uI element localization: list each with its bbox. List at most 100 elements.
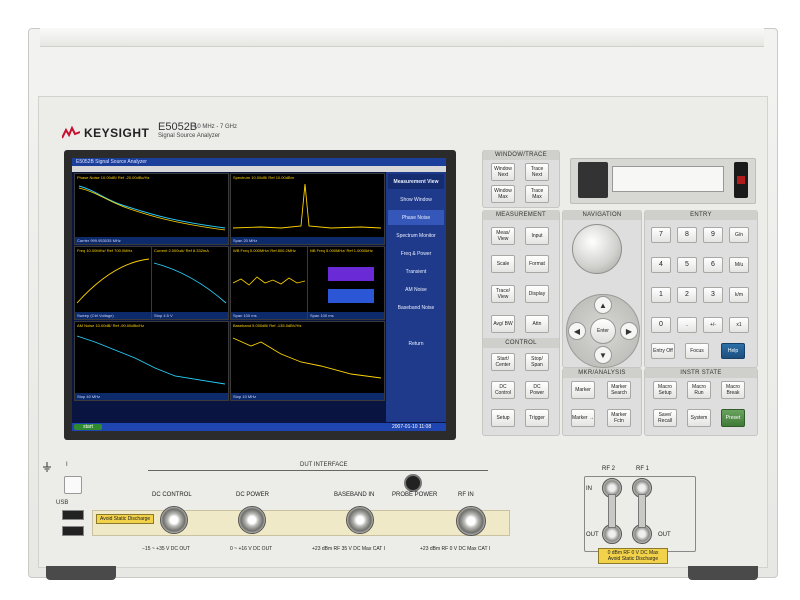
softkey-baseband-noise[interactable]: Baseband Noise — [388, 300, 444, 315]
trace-window-phase-noise[interactable]: Phase Noise 10.00dB/ Ref -20.00dBc/Hz Ca… — [74, 173, 229, 245]
arrow-up-icon[interactable]: ▲ — [594, 296, 612, 314]
input-button[interactable]: Input — [525, 227, 549, 245]
rf-in-connector[interactable] — [456, 506, 486, 536]
key-k-m[interactable]: k/m — [729, 287, 749, 303]
taskbar — [72, 423, 446, 431]
rf2-jumper — [608, 494, 616, 528]
usb-port-2[interactable] — [62, 526, 84, 536]
removable-drive-slot[interactable] — [578, 162, 608, 198]
softkey-return[interactable]: Return — [388, 336, 444, 351]
macro-run-button[interactable]: Macro Run — [687, 381, 711, 399]
marker-button[interactable]: Marker — [571, 381, 595, 399]
current-trace — [153, 262, 227, 304]
format-button[interactable]: Format — [525, 255, 549, 273]
key-8[interactable]: 8 — [677, 227, 697, 243]
arrow-left-icon[interactable]: ◀ — [568, 322, 586, 340]
key-5[interactable]: 5 — [677, 257, 697, 273]
trace-footer: Span 100 ms — [231, 312, 307, 319]
softkey-phase-noise[interactable]: Phase Noise — [388, 210, 444, 225]
meas-view-button[interactable]: Meas/ View — [491, 227, 515, 245]
enter-button[interactable]: Enter — [590, 318, 616, 344]
key-x1[interactable]: x1 — [729, 317, 749, 333]
trace-window-am-noise[interactable]: AM Noise 10.00dB/ Ref -90.00dBc/Hz Stop … — [74, 321, 229, 401]
measurement-group: MEASUREMENT Meas/ View Input Scale Forma… — [482, 210, 560, 342]
rf-out-label: OUT — [586, 532, 599, 538]
dc-control-button[interactable]: DC Control — [491, 381, 515, 399]
start-center-button[interactable]: Start/ Center — [491, 353, 515, 371]
stop-span-button[interactable]: Stop/ Span — [525, 353, 549, 371]
marker-to-button[interactable]: Marker → — [571, 409, 595, 427]
dc-control-connector[interactable] — [160, 506, 188, 534]
rotary-knob[interactable] — [572, 224, 622, 274]
key-1[interactable]: 1 — [651, 287, 671, 303]
avg-bw-button[interactable]: Avg/ BW — [491, 315, 515, 333]
trace-footer: Carrier 999.953035 MHz — [75, 237, 228, 244]
trace-footer: Stop 10 MHz — [231, 393, 384, 400]
macro-setup-button[interactable]: Macro Setup — [653, 381, 677, 399]
trigger-button[interactable]: Trigger — [525, 409, 549, 427]
softkey-show-window[interactable]: Show Window — [388, 192, 444, 207]
trace-max-button[interactable]: Trace Max — [525, 185, 549, 203]
baseband-in-connector[interactable] — [346, 506, 374, 534]
key-g-n[interactable]: G/n — [729, 227, 749, 243]
dc-power-button[interactable]: DC Power — [525, 381, 549, 399]
marker-search-button[interactable]: Marker Search — [607, 381, 631, 399]
trace-window-wb-freq[interactable]: WB Freq 5.000MHz/ Ref 800.2MHz Span 100 … — [230, 246, 308, 320]
softkey-spectrum-monitor[interactable]: Spectrum Monitor — [388, 228, 444, 243]
trace-window-baseband[interactable]: Baseband 5.000dB/ Ref -135.0dBV/Hz Stop … — [230, 321, 385, 401]
key-2[interactable]: 2 — [677, 287, 697, 303]
dc-power-connector[interactable] — [238, 506, 266, 534]
am-noise-trace — [76, 335, 226, 385]
window-title-bar: E5052B Signal Source Analyzer — [72, 158, 446, 166]
group-title: CONTROL — [483, 338, 559, 348]
key-4[interactable]: 4 — [651, 257, 671, 273]
arrow-right-icon[interactable]: ▶ — [620, 322, 638, 340]
key-6[interactable]: 6 — [703, 257, 723, 273]
trace-window-nb-freq[interactable]: NB Freq 5.000MHz/ Ref 1.0000kHz Span 100… — [307, 246, 385, 320]
macro-break-button[interactable]: Macro Break — [721, 381, 745, 399]
key-9[interactable]: 9 — [703, 227, 723, 243]
key-plus-minus[interactable]: +/- — [703, 317, 723, 333]
drive-tray[interactable] — [612, 166, 724, 192]
key-0[interactable]: 0 — [651, 317, 671, 333]
help-button[interactable]: Help — [721, 343, 745, 359]
key-7[interactable]: 7 — [651, 227, 671, 243]
key-m-u[interactable]: M/u — [729, 257, 749, 273]
window-max-button[interactable]: Window Max — [491, 185, 515, 203]
display-button[interactable]: Display — [525, 285, 549, 303]
softkey-transient[interactable]: Transient — [388, 264, 444, 279]
attn-button[interactable]: Attn — [525, 315, 549, 333]
focus-button[interactable]: Focus — [685, 343, 709, 359]
preset-button[interactable]: Preset — [721, 409, 745, 427]
save-recall-button[interactable]: Save/ Recall — [653, 409, 677, 427]
arrow-down-icon[interactable]: ▼ — [594, 346, 612, 364]
trace-view-button[interactable]: Trace/ View — [491, 285, 515, 303]
rf-warning-tag: 0 dBm RF 0 V DC Max Avoid Static Dischar… — [598, 548, 668, 564]
standby-switch[interactable] — [64, 476, 82, 494]
key-decimal[interactable]: . — [677, 317, 697, 333]
key-3[interactable]: 3 — [703, 287, 723, 303]
softkey-freq-power[interactable]: Freq & Power — [388, 246, 444, 261]
softkey-am-noise[interactable]: AM Noise — [388, 282, 444, 297]
scale-button[interactable]: Scale — [491, 255, 515, 273]
freq-trace — [76, 258, 150, 304]
connector-spec: −15 ~ +35 V DC OUT — [142, 546, 190, 552]
system-button[interactable]: System — [687, 409, 711, 427]
marker-fctn-button[interactable]: Marker Fctn — [607, 409, 631, 427]
start-button[interactable]: start — [74, 424, 102, 430]
trace-window-current[interactable]: Current 2.000uA/ Ref 8.332mA Stop 4.5 V — [151, 246, 229, 320]
trace-window-freq[interactable]: Freq 10.00MHz/ Ref 700.0MHz Sweep (Ctrl … — [74, 246, 152, 320]
trace-footer: Sweep (Ctrl Voltage) — [75, 312, 151, 319]
window-next-button[interactable]: Window Next — [491, 163, 515, 181]
rf-in-label: IN — [586, 486, 592, 492]
trace-window-spectrum[interactable]: Spectrum 10.00dB/ Ref 10.00dBm Span 20 M… — [230, 173, 385, 245]
entry-off-button[interactable]: Entry Off — [651, 343, 675, 359]
display-screen[interactable]: E5052B Signal Source Analyzer Phase Nois… — [72, 158, 446, 431]
probe-power-connector[interactable] — [404, 474, 422, 492]
frequency-range: 10 MHz - 7 GHz — [194, 124, 238, 130]
usb-label: USB — [56, 500, 69, 506]
group-title: MKR/ANALYSIS — [563, 368, 641, 378]
usb-port-1[interactable] — [62, 510, 84, 520]
trace-next-button[interactable]: Trace Next — [525, 163, 549, 181]
setup-button[interactable]: Setup — [491, 409, 515, 427]
